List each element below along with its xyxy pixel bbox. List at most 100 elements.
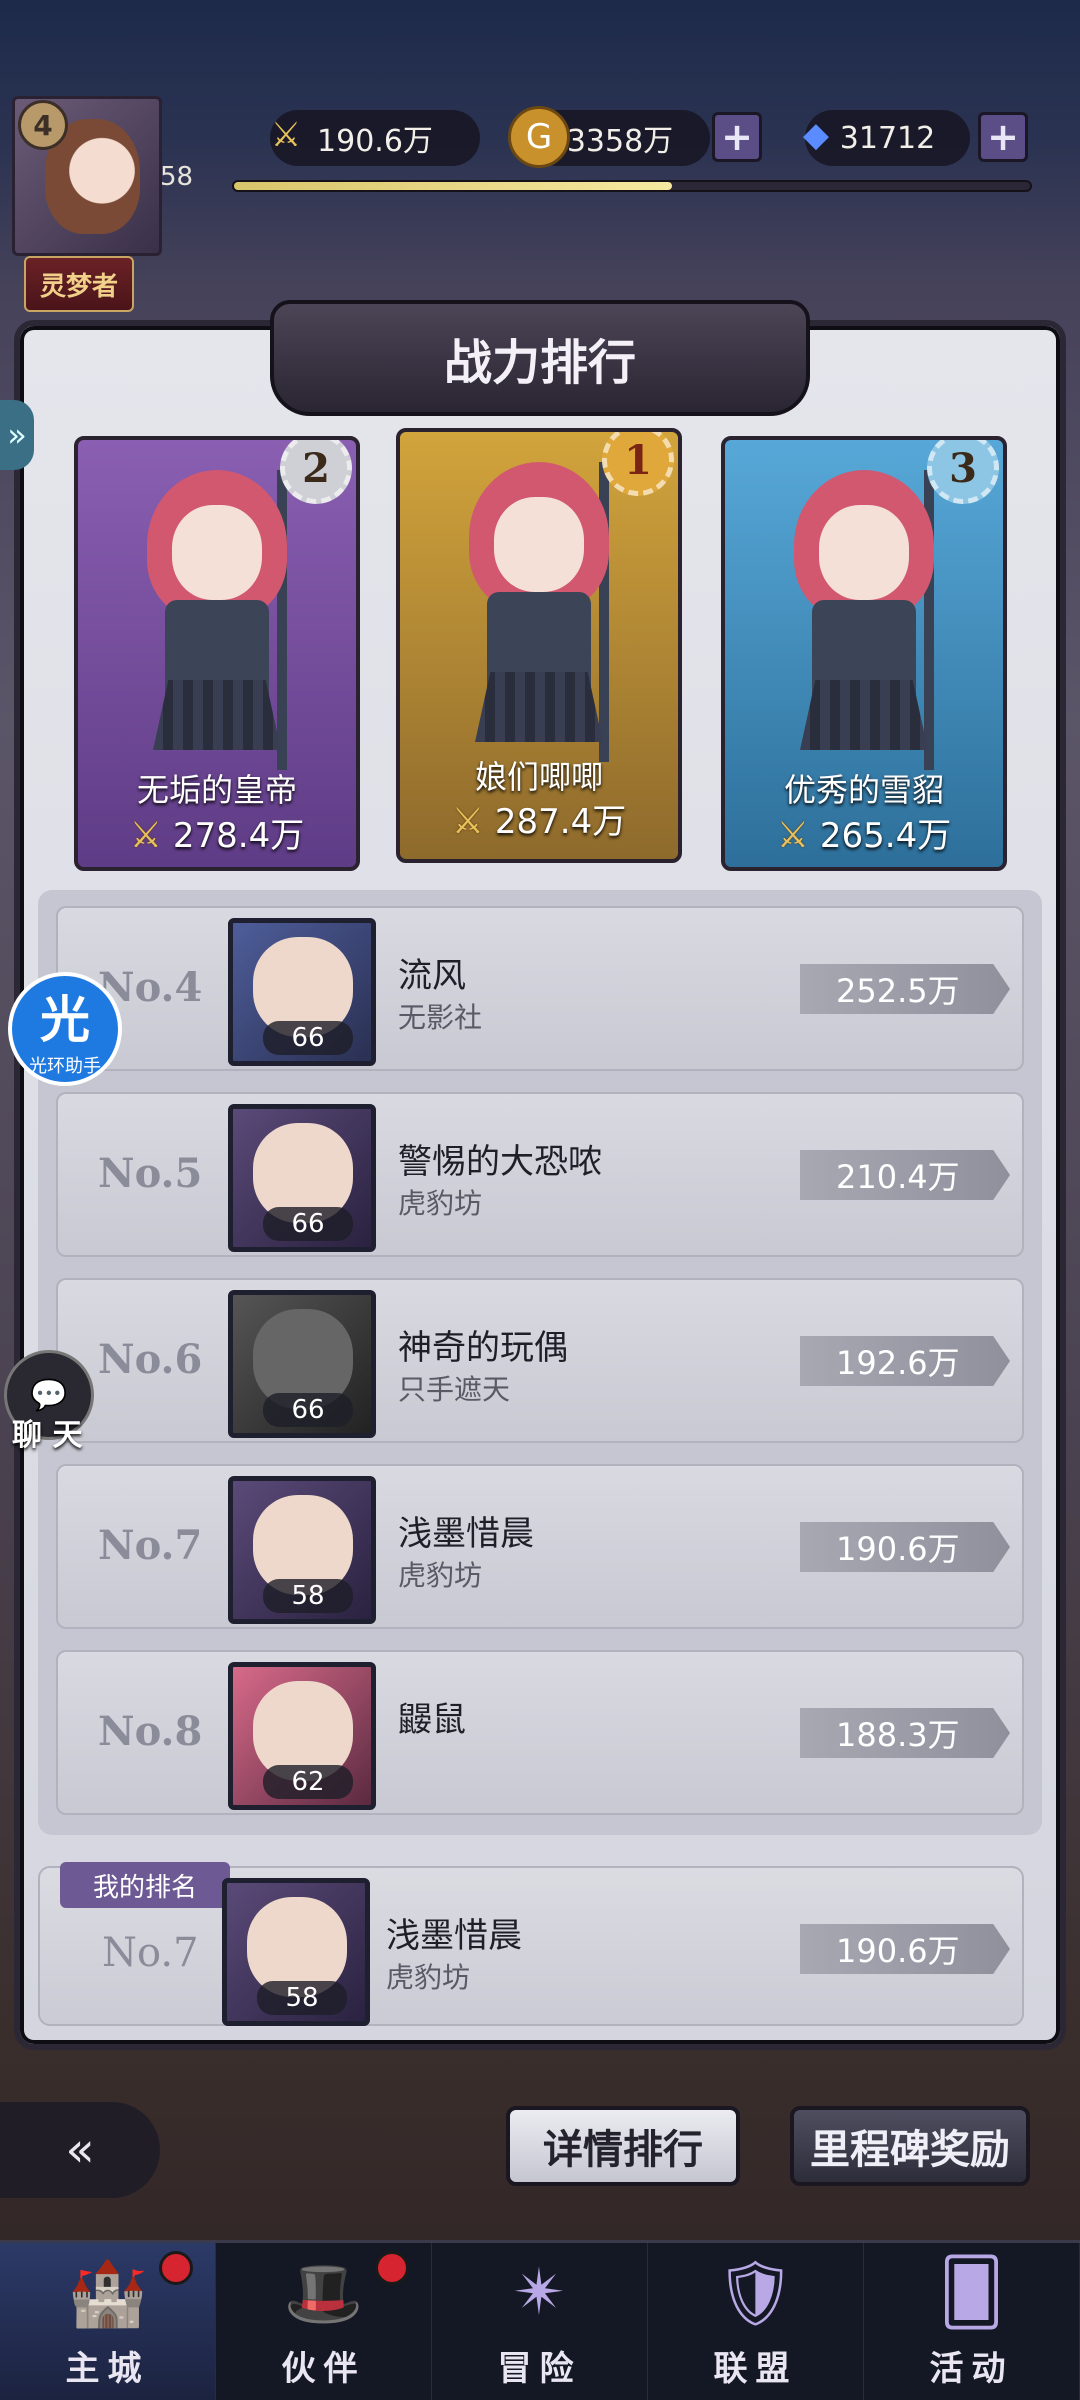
power-sword-icon: ⚔ xyxy=(776,815,810,856)
power-sword-icon: ⚔ xyxy=(451,801,485,842)
player-name: 神奇的玩偶 xyxy=(398,1328,568,1368)
power-sword-icon: ⚔ xyxy=(129,815,163,856)
back-arrow-icon: « xyxy=(65,2122,95,2178)
player-level: 62 xyxy=(263,1765,353,1799)
power-sword-icon: ⚔ xyxy=(270,115,302,155)
bottom-nav: 🏰 主城 🎩 伙伴 ✴ 冒险 🛡 联盟 🂠 活动 xyxy=(0,2240,1080,2400)
player-name: 鼹鼠 xyxy=(398,1700,466,1740)
power-value: ⚔ 190.6万 xyxy=(800,1924,1010,1974)
milestone-reward-button[interactable]: 里程碑奖励 xyxy=(790,2106,1030,2186)
ranking-row[interactable]: No.7 58 浅墨惜晨 虎豹坊 ⚔ 190.6万 xyxy=(56,1464,1024,1629)
player-level: 66 xyxy=(263,1021,353,1055)
gold-medal-icon: 1 xyxy=(602,432,674,496)
notification-dot xyxy=(159,2251,193,2285)
xp-fill xyxy=(234,182,672,190)
rank-number: No.6 xyxy=(98,1336,203,1383)
compass-icon: ✴ xyxy=(512,2256,567,2330)
player-level: 58 xyxy=(257,1981,347,2015)
player-portrait: 66 xyxy=(228,1290,376,1438)
character-portrait xyxy=(439,462,639,782)
character-portrait xyxy=(764,470,964,790)
power-sword-icon: ⚔ xyxy=(762,1152,798,1198)
nav-partners[interactable]: 🎩 伙伴 xyxy=(216,2243,432,2400)
power-sword-icon: ⚔ xyxy=(762,1710,798,1756)
assistant-icon: 光 xyxy=(40,991,90,1049)
guild-name: 虎豹坊 xyxy=(398,1559,483,1592)
nav-alliance[interactable]: 🛡 联盟 xyxy=(648,2243,864,2400)
player-level: 58 xyxy=(160,162,194,192)
castle-icon: 🏰 xyxy=(67,2256,148,2331)
back-button[interactable]: « xyxy=(0,2102,160,2198)
guild-name: 只手遮天 xyxy=(398,1373,511,1406)
power-sword-icon: ⚔ xyxy=(762,1926,798,1972)
power-sword-icon: ⚔ xyxy=(762,1338,798,1384)
chat-label: 聊 天 xyxy=(12,1418,83,1453)
podium-name: 娘们唧唧 xyxy=(474,758,603,796)
notification-dot xyxy=(375,2251,409,2285)
player-level: 66 xyxy=(263,1207,353,1241)
power-value: ⚔ 190.6万 xyxy=(800,1522,1010,1572)
assistant-floating-button[interactable]: 光 光环助手 xyxy=(8,972,122,1086)
wizard-hat-icon: 🎩 xyxy=(283,2256,364,2331)
podium-rank-1[interactable]: 1 娘们唧唧 ⚔ 287.4万 xyxy=(396,428,682,863)
ranking-row[interactable]: No.8 62 鼹鼠 ⚔ 188.3万 xyxy=(56,1650,1024,1815)
ranking-row[interactable]: No.5 66 警惕的大恐哝 虎豹坊 ⚔ 210.4万 xyxy=(56,1092,1024,1257)
nav-events[interactable]: 🂠 活动 xyxy=(864,2243,1080,2400)
nav-adventure[interactable]: ✴ 冒险 xyxy=(432,2243,648,2400)
cards-icon: 🂠 xyxy=(938,2256,1005,2330)
power-value: ⚔ 188.3万 xyxy=(800,1708,1010,1758)
character-portrait xyxy=(117,470,317,790)
assistant-label: 光环助手 xyxy=(29,1056,101,1077)
rank-number: No.5 xyxy=(98,1150,203,1197)
power-value: 190.6万 xyxy=(317,124,433,159)
ranking-list: No.4 66 流风 无影社 ⚔ 252.5万 No.5 66 警惕的大恐哝 虎豹… xyxy=(38,890,1042,1835)
podium-rank-3[interactable]: 3 优秀的雪貂 ⚔ 265.4万 xyxy=(721,436,1007,871)
my-rank-row[interactable]: 我的排名 No.7 58 浅墨惜晨 虎豹坊 ⚔ 190.6万 xyxy=(38,1862,1024,2026)
ranking-row[interactable]: No.4 66 流风 无影社 ⚔ 252.5万 xyxy=(56,906,1024,1071)
diamond-icon: ◆ xyxy=(802,115,830,155)
side-expand-icon[interactable]: » xyxy=(0,400,34,470)
player-level: 58 xyxy=(263,1579,353,1613)
add-gold-button[interactable]: + xyxy=(712,112,762,162)
player-name: 流风 xyxy=(398,956,466,996)
player-portrait: 62 xyxy=(228,1662,376,1810)
add-gems-button[interactable]: + xyxy=(978,112,1028,162)
power-value: ⚔ 210.4万 xyxy=(800,1150,1010,1200)
gold-coin-icon: G xyxy=(508,106,570,168)
podium-power: ⚔ 265.4万 xyxy=(776,815,952,856)
player-portrait: 58 xyxy=(228,1476,376,1624)
xp-bar xyxy=(232,180,1032,192)
nav-main-city[interactable]: 🏰 主城 xyxy=(0,2243,216,2400)
gold-value: 3358万 xyxy=(566,124,674,159)
chat-bubble-icon: 💬 xyxy=(30,1377,68,1413)
power-sword-icon: ⚔ xyxy=(762,966,798,1012)
player-portrait: 58 xyxy=(222,1878,370,2026)
vip-badge: 4 xyxy=(18,100,68,150)
rank-number: No.7 xyxy=(98,1522,203,1569)
ranking-row[interactable]: No.6 66 神奇的玩偶 只手遮天 ⚔ 192.6万 xyxy=(56,1278,1024,1443)
detail-ranking-button[interactable]: 详情排行 xyxy=(506,2106,740,2186)
podium-name: 无垢的皇帝 xyxy=(136,771,297,809)
guild-name: 虎豹坊 xyxy=(386,1961,471,1994)
podium-power: ⚔ 278.4万 xyxy=(129,815,305,856)
power-value: ⚔ 192.6万 xyxy=(800,1336,1010,1386)
bronze-medal-icon: 3 xyxy=(927,440,999,504)
silver-medal-icon: 2 xyxy=(280,440,352,504)
player-name: 警惕的大恐哝 xyxy=(398,1142,602,1182)
podium-power: ⚔ 287.4万 xyxy=(451,801,627,842)
my-rank-number: No.7 xyxy=(102,1930,199,1976)
my-rank-tag: 我的排名 xyxy=(60,1862,230,1908)
podium-name: 优秀的雪貂 xyxy=(783,771,944,809)
shield-icon: 🛡 xyxy=(714,2256,797,2331)
player-name: 浅墨惜晨 xyxy=(386,1916,522,1956)
player-name: 浅墨惜晨 xyxy=(398,1514,534,1554)
player-portrait: 66 xyxy=(228,918,376,1066)
power-value: ⚔ 252.5万 xyxy=(800,964,1010,1014)
podium-rank-2[interactable]: 2 无垢的皇帝 ⚔ 278.4万 xyxy=(74,436,360,871)
player-level: 66 xyxy=(263,1393,353,1427)
power-sword-icon: ⚔ xyxy=(762,1524,798,1570)
rank-number: No.8 xyxy=(98,1708,203,1755)
panel-title: 战力排行 xyxy=(270,300,810,416)
player-title: 灵梦者 xyxy=(24,256,134,312)
guild-name: 虎豹坊 xyxy=(398,1187,483,1220)
